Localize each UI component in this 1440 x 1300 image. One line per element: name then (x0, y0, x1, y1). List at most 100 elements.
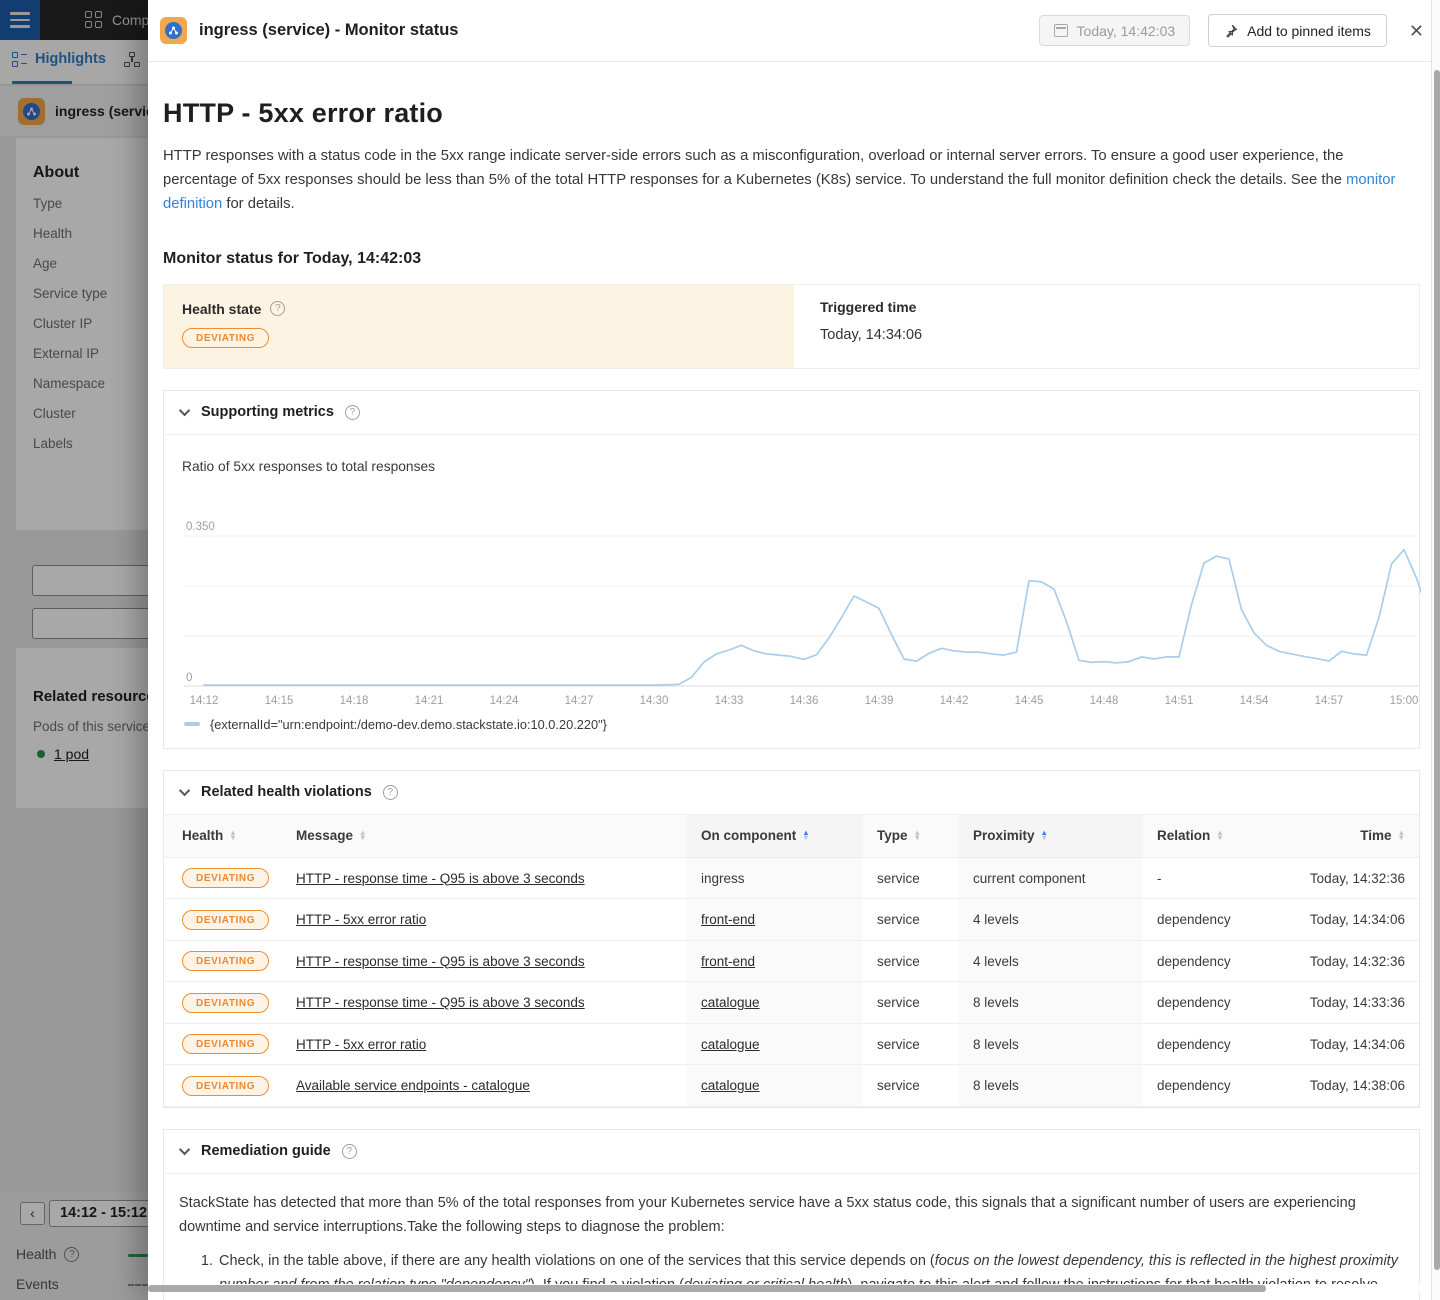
health-badge: DEVIATING (182, 993, 269, 1013)
health-badge: DEVIATING (182, 951, 269, 971)
svg-text:14:36: 14:36 (790, 695, 819, 707)
time-picker-button[interactable]: Today, 14:42:03 (1039, 15, 1191, 46)
service-icon (160, 17, 187, 44)
proximity-value: current component (959, 858, 1143, 899)
component-link[interactable]: catalogue (701, 1037, 760, 1052)
violation-message-link[interactable]: HTTP - 5xx error ratio (296, 912, 426, 927)
chevron-down-icon (179, 1144, 190, 1155)
modal-header: ingress (service) - Monitor status Today… (148, 0, 1440, 62)
svg-text:14:39: 14:39 (865, 695, 894, 707)
monitor-status-modal: ingress (service) - Monitor status Today… (148, 0, 1440, 1300)
relation-value: dependency (1143, 954, 1277, 969)
horizontal-scrollbar[interactable] (148, 1284, 1431, 1292)
svg-text:14:21: 14:21 (415, 695, 444, 707)
violation-time: Today, 14:38:06 (1277, 1078, 1421, 1093)
remediation-guide-section: Remediation guide ? StackState has detec… (163, 1129, 1420, 1300)
column-header-on-component[interactable]: On component▲▼ (687, 815, 863, 857)
help-icon[interactable]: ? (270, 301, 285, 316)
help-icon[interactable]: ? (345, 405, 360, 420)
supporting-metrics-title: Supporting metrics (201, 404, 334, 420)
health-badge: DEVIATING (182, 910, 269, 930)
violation-message-link[interactable]: HTTP - response time - Q95 is above 3 se… (296, 995, 585, 1010)
violation-message-link[interactable]: HTTP - response time - Q95 is above 3 se… (296, 871, 585, 886)
sort-icon[interactable]: ▲▼ (1041, 831, 1048, 840)
related-health-violations-header[interactable]: Related health violations ? (164, 771, 1419, 815)
violation-row: DEVIATING HTTP - response time - Q95 is a… (164, 982, 1419, 1024)
relation-value: dependency (1143, 912, 1277, 927)
supporting-metrics-section: Supporting metrics ? Ratio of 5xx respon… (163, 390, 1420, 749)
svg-text:14:57: 14:57 (1315, 695, 1344, 707)
column-header-time[interactable]: Time▲▼ (1277, 828, 1421, 843)
related-health-violations-title: Related health violations (201, 784, 372, 800)
component-link[interactable]: catalogue (701, 1078, 760, 1093)
proximity-value: 4 levels (959, 941, 1143, 982)
sort-icon[interactable]: ▲▼ (914, 831, 921, 840)
add-to-pinned-button[interactable]: Add to pinned items (1208, 14, 1387, 47)
svg-text:14:45: 14:45 (1015, 695, 1044, 707)
component-link[interactable]: front-end (701, 912, 755, 927)
column-header-relation[interactable]: Relation▲▼ (1143, 828, 1277, 843)
violation-time: Today, 14:33:36 (1277, 995, 1421, 1010)
related-health-violations-section: Related health violations ? Health▲▼Mess… (163, 770, 1420, 1108)
svg-text:14:18: 14:18 (340, 695, 369, 707)
supporting-metrics-header[interactable]: Supporting metrics ? (164, 391, 1419, 435)
page-title: HTTP - 5xx error ratio (163, 98, 1421, 129)
triggered-time-value: Today, 14:34:06 (820, 327, 1395, 343)
svg-text:14:42: 14:42 (940, 695, 969, 707)
violation-message-link[interactable]: Available service endpoints - catalogue (296, 1078, 530, 1093)
violation-time: Today, 14:32:36 (1277, 871, 1421, 886)
component-type: service (863, 1037, 959, 1052)
proximity-value: 4 levels (959, 899, 1143, 940)
remediation-step: Check, in the table above, if there are … (217, 1250, 1401, 1300)
column-header-proximity[interactable]: Proximity▲▼ (959, 815, 1143, 857)
pin-icon (1224, 24, 1238, 38)
remediation-intro: StackState has detected that more than 5… (179, 1192, 1401, 1240)
violation-message-link[interactable]: HTTP - response time - Q95 is above 3 se… (296, 954, 585, 969)
health-state-panel: Health state ? DEVIATING Triggered time … (163, 284, 1420, 369)
sort-icon[interactable]: ▲▼ (359, 831, 366, 840)
close-icon[interactable]: ✕ (1409, 22, 1424, 40)
svg-text:14:54: 14:54 (1240, 695, 1269, 707)
health-badge: DEVIATING (182, 868, 269, 888)
triggered-time-label: Triggered time (820, 299, 1395, 315)
column-header-health[interactable]: Health▲▼ (164, 828, 282, 843)
proximity-value: 8 levels (959, 1065, 1143, 1106)
svg-text:0.350: 0.350 (186, 521, 215, 533)
relation-value: - (1143, 871, 1277, 886)
calendar-icon (1054, 24, 1068, 37)
chevron-down-icon (179, 405, 190, 416)
violation-message-link[interactable]: HTTP - 5xx error ratio (296, 1037, 426, 1052)
svg-text:14:33: 14:33 (715, 695, 744, 707)
help-icon[interactable]: ? (342, 1144, 357, 1159)
component-link[interactable]: catalogue (701, 995, 760, 1010)
sort-icon[interactable]: ▲▼ (229, 831, 236, 840)
legend-series-label: {externalId="urn:endpoint:/demo-dev.demo… (210, 717, 607, 732)
sort-icon[interactable]: ▲▼ (802, 831, 809, 840)
component-type: service (863, 1078, 959, 1093)
violation-row: DEVIATING HTTP - response time - Q95 is a… (164, 941, 1419, 983)
component-link[interactable]: front-end (701, 954, 755, 969)
svg-text:15:00: 15:00 (1390, 695, 1419, 707)
remediation-guide-title: Remediation guide (201, 1143, 331, 1159)
remediation-guide-header[interactable]: Remediation guide ? (164, 1130, 1419, 1174)
chart-title: Ratio of 5xx responses to total response… (164, 435, 1419, 474)
health-badge: DEVIATING (182, 1076, 269, 1096)
column-header-message[interactable]: Message▲▼ (282, 828, 687, 843)
metrics-line-chart: 0.350014:1214:1514:1814:2114:2414:2714:3… (164, 478, 1419, 715)
modal-title: ingress (service) - Monitor status (199, 21, 1039, 40)
sort-icon[interactable]: ▲▼ (1216, 831, 1223, 840)
violation-row: DEVIATING HTTP - response time - Q95 is a… (164, 858, 1419, 900)
vertical-scrollbar[interactable] (1431, 0, 1440, 1300)
remediation-guide-body: StackState has detected that more than 5… (164, 1174, 1419, 1300)
health-badge: DEVIATING (182, 1034, 269, 1054)
violation-row: DEVIATING Available service endpoints - c… (164, 1065, 1419, 1107)
svg-text:14:30: 14:30 (640, 695, 669, 707)
svg-text:14:48: 14:48 (1090, 695, 1119, 707)
component-type: service (863, 871, 959, 886)
sort-icon[interactable]: ▲▼ (1398, 831, 1405, 840)
relation-value: dependency (1143, 1037, 1277, 1052)
svg-text:0: 0 (186, 672, 192, 684)
help-icon[interactable]: ? (383, 785, 398, 800)
column-header-type[interactable]: Type▲▼ (863, 828, 959, 843)
violation-time: Today, 14:32:36 (1277, 954, 1421, 969)
